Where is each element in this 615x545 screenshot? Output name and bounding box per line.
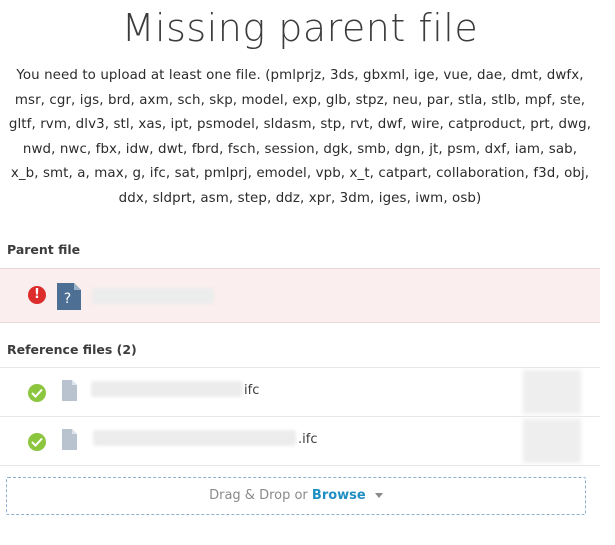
supported-formats-description: You need to upload at least one file. (p… [8,68,592,206]
success-check-icon [28,433,46,451]
reference-files-label: Reference files (2) [7,342,137,357]
page-title: Missing parent file [121,6,479,50]
browse-button[interactable]: Browse [312,488,366,503]
question-document-icon: ? [57,283,81,310]
redacted-metadata [523,419,581,463]
redacted-filename [93,430,296,446]
document-icon [62,380,77,401]
drag-drop-zone[interactable]: Drag & Drop or Browse [6,477,586,515]
reference-file-row: ifc [0,367,600,417]
parent-file-label: Parent file [7,242,81,257]
file-extension: .ifc [298,432,318,447]
redacted-metadata [523,370,581,414]
parent-file-row: ! ? [0,268,600,323]
chevron-down-icon[interactable] [374,493,383,498]
redacted-filename [91,381,243,397]
error-icon: ! [28,286,46,304]
redacted-filename [92,288,214,304]
reference-file-row: .ifc [0,417,600,466]
success-check-icon [28,384,46,402]
file-extension: ifc [244,383,260,398]
document-icon [62,429,77,450]
drag-drop-text: Drag & Drop or [209,488,308,503]
svg-text:?: ? [64,291,71,307]
